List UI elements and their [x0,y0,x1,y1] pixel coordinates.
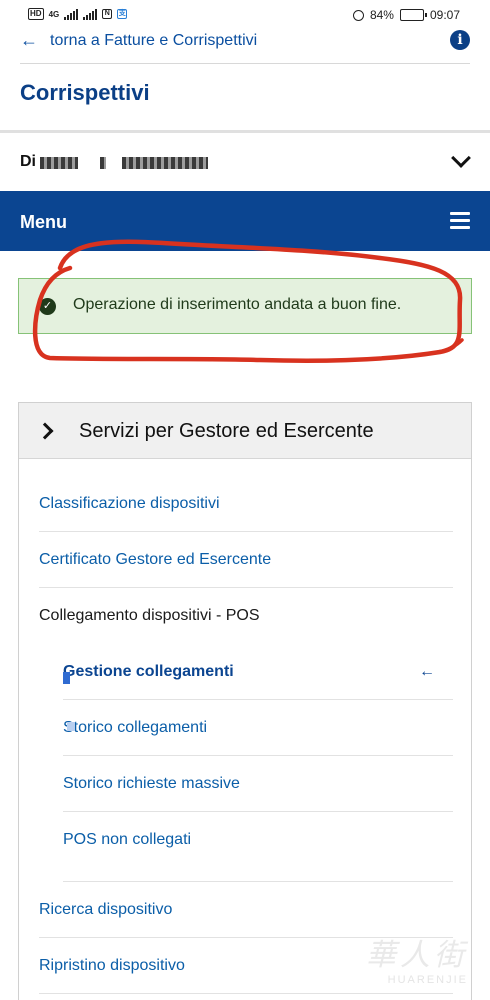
app-notification-icon: 支 [117,9,128,19]
nav-section-label: Collegamento dispositivi - POS [39,607,260,624]
divider [20,63,470,64]
back-bar: ← torna a Fatture e Corrispettivi i [0,30,490,66]
selector-label: Di [20,153,36,170]
alert-message: Operazione di inserimento andata a buon … [73,296,402,313]
nav-item-storico-collegamenti[interactable]: Storico collegamenti [63,700,453,756]
title-area: Corrispettivi [0,66,490,132]
nav-item-pos-non-collegati[interactable]: POS non collegati [63,812,453,882]
nav-item-label: POS non collegati [63,831,192,848]
signal-icon [64,8,79,20]
panel-header[interactable]: Servizi per Gestore ed Esercente [19,403,471,459]
chevron-down-icon[interactable] [451,148,471,168]
nav-item-certificato[interactable]: Certificato Gestore ed Esercente [39,532,453,588]
redacted-text [100,157,106,169]
chevron-right-icon [36,422,54,440]
nav-item-storico-richieste[interactable]: Storico richieste massive [63,756,453,812]
nav-item-gestione-collegamenti[interactable]: Gestione collegamenti ← [63,644,453,700]
nav-item-classificazione[interactable]: Classificazione dispositivi [39,476,453,532]
menu-label: Menu [20,212,67,232]
network-type-label: 4G [48,9,60,19]
nav-item-label: Ripristino dispositivo [39,957,185,974]
back-link-label: torna a Fatture e Corrispettivi [50,31,258,49]
nav-item-label: Classificazione dispositivi [39,495,220,512]
back-link[interactable]: ← torna a Fatture e Corrispettivi [20,30,257,51]
clock: 09:07 [429,8,460,22]
status-bar: HD 4G N 支 84% 09:07 [0,0,490,30]
redacted-text [122,157,208,169]
watermark: 華人街 HUARENJIE [366,930,468,986]
menu-bar[interactable]: Menu [0,191,490,251]
nav-item-label: Storico collegamenti [63,719,208,736]
redacted-text [40,157,78,169]
page-title: Corrispettivi [20,80,150,105]
alarm-icon [352,9,364,21]
nav-section-collegamento: Collegamento dispositivi - POS [39,588,453,644]
check-circle-icon: ✓ [39,298,56,315]
arrow-left-icon: ← [419,663,435,680]
signal-icon-2 [83,8,98,20]
panel-title: Servizi per Gestore ed Esercente [79,420,374,442]
watermark-text: HUARENJIE [387,974,468,986]
nav-item-label: Ricerca dispositivo [39,901,173,918]
hd-indicator: HD [28,8,44,20]
arrow-left-icon: ← [20,30,38,50]
status-left: HD 4G N 支 [28,8,128,20]
battery-icon [399,9,427,21]
tap-highlight [63,672,70,684]
nfc-icon: N [102,9,113,19]
nav-item-label: Certificato Gestore ed Esercente [39,551,272,568]
info-icon[interactable]: i [450,30,470,50]
nav-item-label: Storico richieste massive [63,775,240,792]
watermark-logo: 華人街 [366,938,468,973]
battery-percent: 84% [369,8,394,22]
tap-highlight [67,722,75,731]
success-alert: ✓ Operazione di inserimento andata a buo… [18,278,472,334]
services-panel: Servizi per Gestore ed Esercente Classif… [18,402,472,1000]
profile-selector[interactable]: Di [0,133,490,191]
nav-item-label: Gestione collegamenti [63,663,234,680]
status-right: 84% 09:07 [352,8,460,22]
hamburger-icon[interactable] [450,212,470,230]
